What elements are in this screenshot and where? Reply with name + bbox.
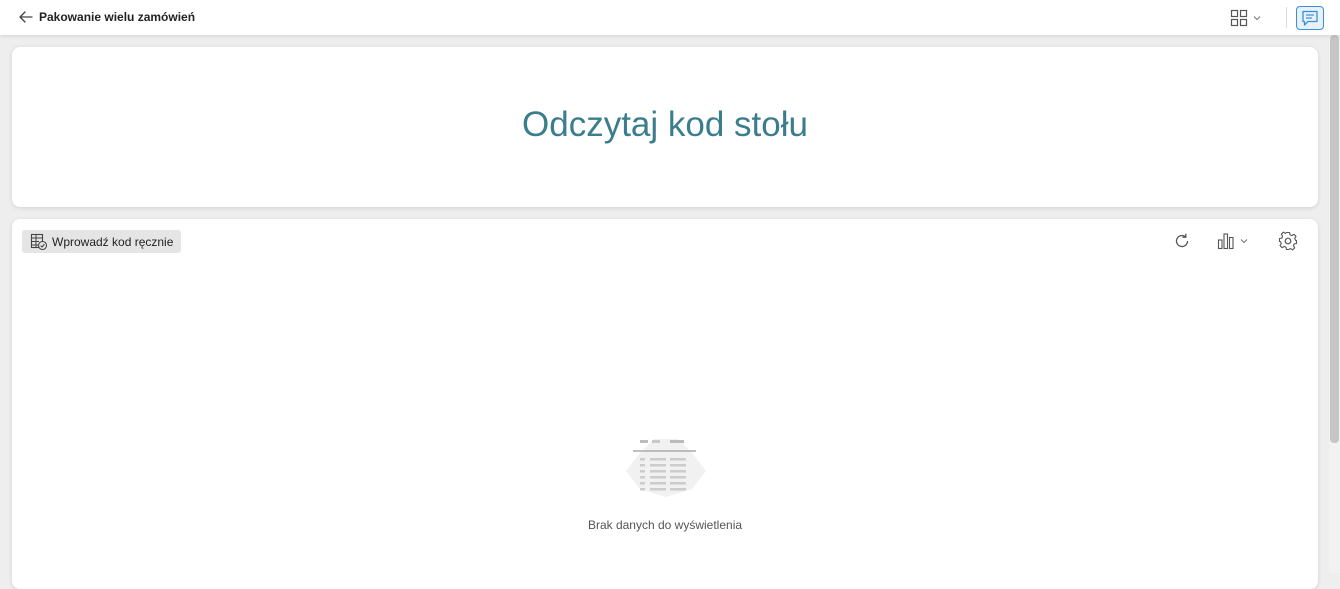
layout-switch-button[interactable] — [1230, 8, 1270, 27]
scan-code-card: Odczytaj kod stołu — [12, 47, 1318, 207]
chat-button[interactable] — [1296, 6, 1324, 30]
page-scrollbar[interactable] — [1329, 35, 1340, 573]
enter-code-manually-button[interactable]: Wprowadź kod ręcznie — [22, 230, 182, 253]
header-divider — [1286, 7, 1287, 28]
top-bar: Pakowanie wielu zamówień — [0, 0, 1340, 35]
chart-type-selector[interactable] — [1217, 232, 1253, 250]
back-button[interactable] — [18, 9, 34, 25]
chat-icon — [1302, 10, 1318, 26]
refresh-button[interactable] — [1173, 232, 1191, 250]
settings-button[interactable] — [1278, 231, 1298, 251]
grid-layout-icon — [1230, 9, 1248, 26]
chevron-down-icon — [1240, 239, 1248, 244]
scan-instruction-title: Odczytaj kod stołu — [522, 105, 808, 144]
gear-icon — [1278, 231, 1298, 251]
page-title: Pakowanie wielu zamówień — [39, 10, 196, 24]
scrollbar-thumb[interactable] — [1330, 35, 1339, 443]
refresh-icon — [1175, 233, 1189, 248]
empty-state-message: Brak danych do wyświetlenia — [587, 518, 743, 532]
bar-chart-icon — [1217, 233, 1234, 250]
empty-table-icon — [626, 431, 706, 501]
enter-code-manually-label: Wprowadź kod ręcznie — [52, 234, 174, 249]
chevron-down-icon — [1253, 15, 1261, 20]
table-card: Wprowadź kod ręcznie Brak danych do wyśw… — [12, 219, 1318, 589]
table-check-icon — [30, 233, 48, 250]
arrow-left-icon — [19, 11, 33, 23]
